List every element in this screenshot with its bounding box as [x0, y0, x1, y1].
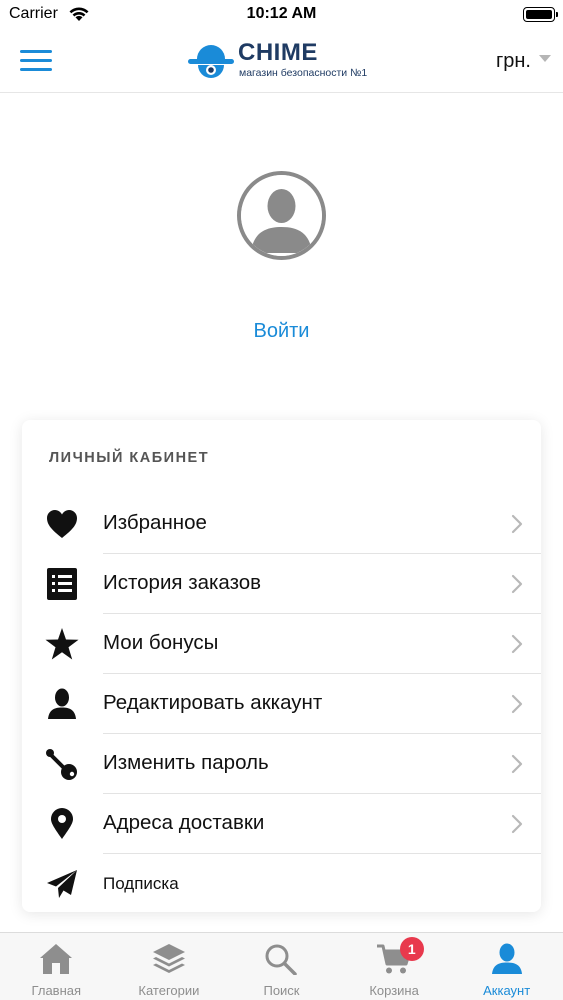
- tab-label: Аккаунт: [483, 983, 531, 998]
- list-icon: [44, 568, 80, 600]
- status-bar: Carrier 10:12 AM: [0, 0, 563, 30]
- key-icon: [44, 748, 80, 780]
- tab-cart[interactable]: 1 Корзина: [338, 933, 451, 1000]
- menu-item-label: Адреса доставки: [103, 811, 265, 834]
- tab-label: Поиск: [263, 983, 300, 998]
- clock-label: 10:12 AM: [246, 5, 317, 22]
- star-icon: [44, 628, 80, 660]
- home-icon: [38, 942, 74, 976]
- menu-item-order-history[interactable]: История заказов: [22, 554, 541, 614]
- paper-plane-icon: [44, 868, 80, 900]
- map-pin-icon: [44, 808, 80, 840]
- chevron-right-icon: [511, 754, 523, 774]
- battery-icon: [523, 7, 558, 22]
- chevron-right-icon: [511, 574, 523, 594]
- section-title: ЛИЧНЫЙ КАБИНЕТ: [49, 450, 210, 466]
- tab-home[interactable]: Главная: [0, 933, 113, 1000]
- tab-label: Главная: [31, 983, 82, 998]
- menu-item-edit-account[interactable]: Редактировать аккаунт: [22, 674, 541, 734]
- chevron-right-icon: [511, 694, 523, 714]
- account-menu-card: ЛИЧНЫЙ КАБИНЕТ Избранное История заказов…: [22, 420, 541, 912]
- user-silhouette-icon: [241, 175, 322, 256]
- logo-title: CHIME: [238, 39, 318, 66]
- menu-item-favorites[interactable]: Избранное: [22, 494, 541, 554]
- menu-item-delivery-addresses[interactable]: Адреса доставки: [22, 794, 541, 854]
- hamburger-menu-icon[interactable]: [20, 50, 52, 74]
- user-icon: [44, 688, 80, 720]
- store-logo[interactable]: CHIME магазин безопасности №1: [187, 37, 387, 81]
- chevron-right-icon: [511, 814, 523, 834]
- menu-item-label: Избранное: [103, 511, 207, 534]
- heart-icon: [44, 508, 80, 540]
- menu-item-label: Изменить пароль: [103, 751, 269, 774]
- currency-label: грн.: [495, 49, 531, 72]
- tab-account[interactable]: Аккаунт: [450, 933, 563, 1000]
- app-header: CHIME магазин безопасности №1 грн.: [0, 30, 563, 93]
- tab-bar: Главная Категории Поиск 1 Корзина Аккаун…: [0, 932, 563, 1000]
- cart-count-badge: 1: [399, 937, 424, 961]
- chevron-down-icon: [539, 54, 551, 62]
- account-screen: Carrier 10:12 AM CHIME магазин безопасно…: [0, 0, 563, 1000]
- account-icon: [489, 942, 525, 976]
- layers-icon: [151, 942, 187, 976]
- chevron-right-icon: [511, 634, 523, 654]
- currency-selector[interactable]: грн.: [496, 48, 551, 74]
- logo-subtitle: магазин безопасности №1: [239, 67, 368, 79]
- tab-label: Категории: [138, 983, 200, 998]
- chevron-right-icon: [511, 514, 523, 534]
- tab-categories[interactable]: Категории: [113, 933, 226, 1000]
- menu-item-label: История заказов: [103, 571, 262, 594]
- menu-item-subscription[interactable]: Подписка: [22, 854, 541, 912]
- menu-item-label: Подписка: [103, 874, 179, 893]
- avatar: [237, 171, 326, 260]
- camera-dome-icon: [188, 45, 234, 78]
- menu-item-bonuses[interactable]: Мои бонусы: [22, 614, 541, 674]
- menu-item-change-password[interactable]: Изменить пароль: [22, 734, 541, 794]
- tab-label: Корзина: [369, 983, 419, 998]
- login-link[interactable]: Войти: [0, 320, 563, 343]
- menu-item-label: Редактировать аккаунт: [103, 691, 323, 714]
- tab-search[interactable]: Поиск: [225, 933, 338, 1000]
- account-menu-list: Избранное История заказов Мои бонусы Ред…: [22, 494, 541, 912]
- menu-item-label: Мои бонусы: [103, 631, 219, 654]
- search-icon: [263, 942, 299, 976]
